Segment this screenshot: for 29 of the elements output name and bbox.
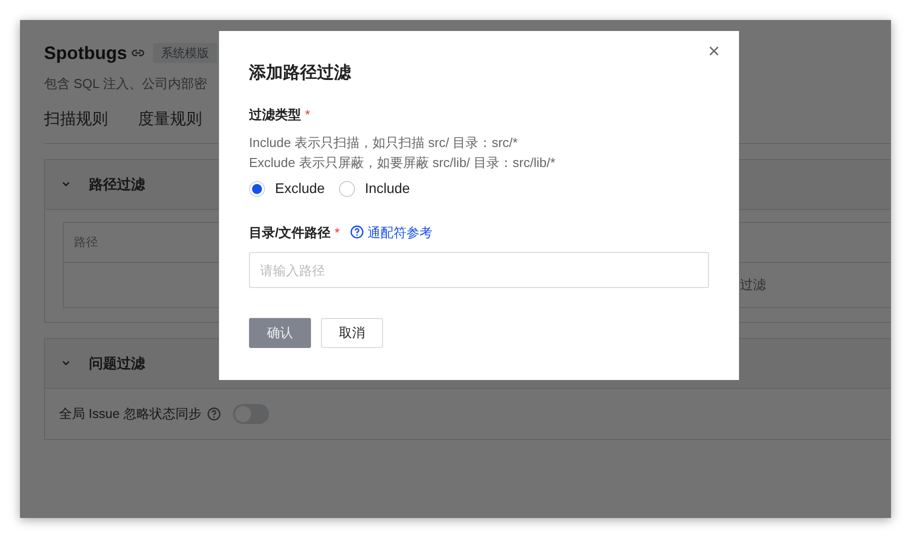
field-label: 目录/文件路径	[249, 224, 331, 242]
help-icon	[350, 225, 364, 240]
close-button[interactable]	[707, 44, 721, 58]
tab[interactable]: 度量规则	[138, 108, 202, 144]
setting-label: 全局 Issue 忽略状态同步	[59, 404, 202, 423]
radio-option[interactable]: Include	[338, 178, 410, 198]
page-title: Spotbugs	[44, 42, 127, 65]
empty-message: 过滤	[740, 276, 766, 294]
hint-text: Include 表示只扫描，如只扫描 src/ 目录：src/*	[249, 134, 519, 152]
hint-text: Exclude 表示只屏蔽，如要屏蔽 src/lib/ 目录：src/lib/*	[249, 154, 556, 172]
wildcard-help-link[interactable]: 通配符参考	[350, 222, 433, 242]
radio-circle[interactable]	[249, 180, 265, 196]
help-icon	[207, 406, 222, 420]
cancel-button[interactable]: 取消	[321, 318, 383, 348]
tab[interactable]: 扫描规则	[44, 108, 108, 144]
page-description: 包含 SQL 注入、公司内部密	[44, 75, 208, 93]
required-mark: *	[305, 106, 310, 124]
required-mark: *	[334, 224, 340, 242]
radio-label: Exclude	[275, 179, 325, 198]
panel-title: 路径过滤	[89, 174, 145, 194]
chevron-down-icon[interactable]	[61, 179, 71, 189]
radio-option[interactable]: Exclude	[249, 178, 325, 198]
template-tag: 系统模版	[153, 43, 217, 63]
panel-title: 问题过滤	[89, 354, 145, 372]
field-label: 过滤类型	[249, 106, 301, 124]
path-input[interactable]: 请输入路径	[249, 252, 709, 288]
dialog-title: 添加路径过滤	[249, 62, 352, 84]
radio-label: Include	[364, 179, 410, 198]
chevron-down-icon[interactable]	[61, 358, 71, 368]
